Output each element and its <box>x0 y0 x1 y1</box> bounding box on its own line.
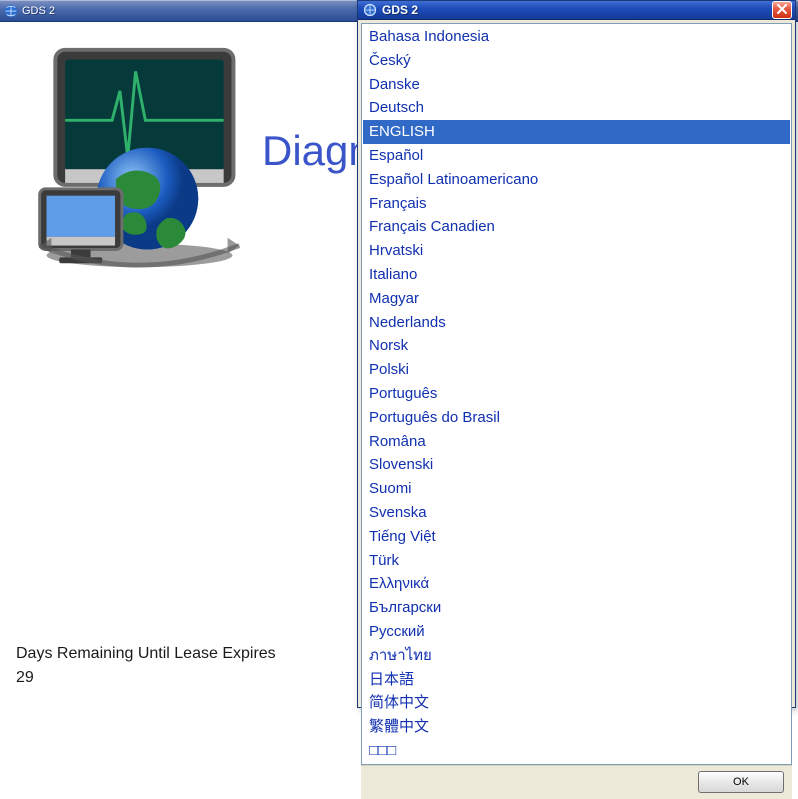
app-icon <box>363 3 377 17</box>
dialog-title: GDS 2 <box>382 3 767 17</box>
dialog-body: Bahasa IndonesiaČeskýDanskeDeutschENGLIS… <box>358 20 795 799</box>
language-dialog: GDS 2 Bahasa IndonesiaČeskýDanskeDeutsch… <box>357 0 796 708</box>
language-option[interactable]: Polski <box>363 358 790 382</box>
language-option[interactable]: Português <box>363 382 790 406</box>
language-option[interactable]: 繁體中文 <box>363 715 790 739</box>
language-list[interactable]: Bahasa IndonesiaČeskýDanskeDeutschENGLIS… <box>361 23 792 765</box>
language-option[interactable]: Français <box>363 192 790 216</box>
app-icon <box>4 4 18 18</box>
language-option[interactable]: Italiano <box>363 263 790 287</box>
language-option[interactable]: Português do Brasil <box>363 406 790 430</box>
language-option[interactable]: Suomi <box>363 477 790 501</box>
language-option[interactable]: Nederlands <box>363 311 790 335</box>
diagnostic-illustration <box>22 42 257 272</box>
dialog-titlebar[interactable]: GDS 2 <box>358 1 795 20</box>
language-option[interactable]: Español Latinoamericano <box>363 168 790 192</box>
lease-info: Days Remaining Until Lease Expires 29 <box>16 642 276 690</box>
ok-button[interactable]: OK <box>698 771 784 793</box>
language-option[interactable]: □□□ <box>363 739 790 763</box>
language-option[interactable]: Româna <box>363 430 790 454</box>
lease-label: Days Remaining Until Lease Expires <box>16 642 276 666</box>
language-option[interactable]: Magyar <box>363 287 790 311</box>
language-option[interactable]: Français Canadien <box>363 215 790 239</box>
dialog-close-button[interactable] <box>772 1 792 19</box>
language-option[interactable]: 简体中文 <box>363 691 790 715</box>
language-option[interactable]: Русский <box>363 620 790 644</box>
language-option[interactable]: Hrvatski <box>363 239 790 263</box>
dialog-footer: OK <box>361 765 792 799</box>
language-option[interactable]: Türk <box>363 549 790 573</box>
language-option[interactable]: Deutsch <box>363 96 790 120</box>
language-option[interactable]: Český <box>363 49 790 73</box>
language-option[interactable]: Ελληνικά <box>363 572 790 596</box>
lease-days-remaining: 29 <box>16 666 276 690</box>
language-option[interactable]: Svenska <box>363 501 790 525</box>
language-option[interactable]: Danske <box>363 73 790 97</box>
language-option[interactable]: Български <box>363 596 790 620</box>
language-option[interactable]: 日本語 <box>363 668 790 692</box>
language-option[interactable]: ภาษาไทย <box>363 644 790 668</box>
language-option[interactable]: Tiếng Việt <box>363 525 790 549</box>
language-option[interactable]: Bahasa Indonesia <box>363 25 790 49</box>
close-icon <box>777 1 787 19</box>
main-window-title: GDS 2 <box>22 5 55 17</box>
language-option[interactable]: ENGLISH <box>363 120 790 144</box>
language-option[interactable]: Español <box>363 144 790 168</box>
language-option[interactable]: Slovenski <box>363 453 790 477</box>
language-option[interactable]: Norsk <box>363 334 790 358</box>
